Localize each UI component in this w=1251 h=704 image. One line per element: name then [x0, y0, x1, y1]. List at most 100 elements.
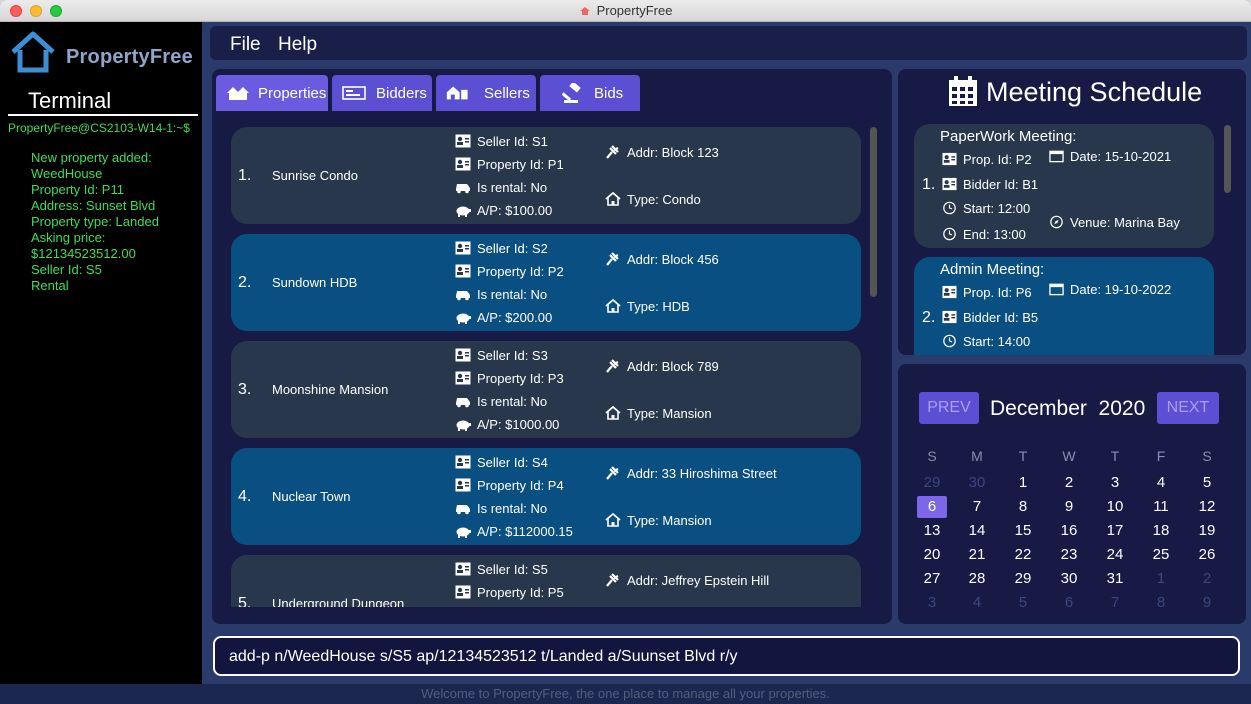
menu-help[interactable]: Help — [278, 34, 317, 56]
calendar-day[interactable]: 24 — [1100, 544, 1130, 566]
calendar-day[interactable]: 1 — [1008, 472, 1038, 494]
calendar-next-button[interactable]: NEXT — [1157, 392, 1219, 424]
weekday-label: M — [971, 448, 983, 464]
meeting-card[interactable]: PaperWork Meeting: 1. Prop. Id: P2 Bidder I… — [914, 124, 1214, 248]
property-id: Property Id: P3 — [455, 371, 564, 386]
calendar-day[interactable]: 9 — [1054, 496, 1084, 518]
calendar-day[interactable]: 5 — [1192, 472, 1222, 494]
is-rental: Is rental: No — [455, 180, 547, 195]
calendar-day[interactable]: 8 — [1008, 496, 1038, 518]
map-pin-icon — [605, 359, 621, 373]
calendar-day[interactable]: 28 — [962, 568, 992, 590]
calendar-day[interactable]: 7 — [962, 496, 992, 518]
asking-price-text: A/P: $112000.15 — [477, 524, 573, 539]
property-name: Sunrise Condo — [272, 168, 358, 183]
calendar-day[interactable]: 4 — [1146, 472, 1176, 494]
tab-sellers[interactable]: Sellers — [436, 75, 536, 111]
calendar-day[interactable]: 14 — [962, 520, 992, 542]
calendar-day[interactable]: 1 — [1146, 568, 1176, 590]
terminal-divider — [8, 114, 198, 116]
calendar-day[interactable]: 20 — [917, 544, 947, 566]
menu-file[interactable]: File — [230, 34, 261, 56]
tab-label: Sellers — [484, 85, 530, 102]
calendar-day[interactable]: 19 — [1192, 520, 1222, 542]
house-icon — [227, 87, 249, 100]
meeting-index: 1. — [922, 176, 936, 193]
calendar-day[interactable]: 21 — [962, 544, 992, 566]
id-card-icon — [455, 455, 471, 469]
tab-properties[interactable]: Properties — [216, 75, 328, 111]
property-type-text: Type: HDB — [627, 299, 690, 314]
calendar-day[interactable]: 31 — [1100, 568, 1130, 590]
property-card[interactable]: 3. Moonshine Mansion Seller Id: S3 Property… — [231, 341, 861, 438]
address: Addr: Block 123 — [605, 145, 719, 160]
calendar-day[interactable]: 29 — [1008, 568, 1038, 590]
asking-price: A/P: $1000.00 — [455, 417, 559, 432]
command-input[interactable]: add-p n/WeedHouse s/S5 ap/12134523512 t/… — [229, 648, 738, 666]
status-text: Welcome to PropertyFree, the one place t… — [421, 686, 830, 701]
calendar-day[interactable]: 2 — [1192, 568, 1222, 590]
property-card[interactable]: 1. Sunrise Condo Seller Id: S1 Property Id:… — [231, 127, 861, 224]
calendar-prev-button[interactable]: PREV — [919, 392, 979, 424]
calendar-day[interactable]: 27 — [917, 568, 947, 590]
calendar-day[interactable]: 26 — [1192, 544, 1222, 566]
meeting-end-text: End: 13:00 — [963, 227, 1026, 242]
calendar-day[interactable]: 30 — [1054, 568, 1084, 590]
is-rental: Is rental: No — [455, 287, 547, 302]
calendar-day[interactable]: 7 — [1100, 592, 1130, 614]
calendar-day[interactable]: 8 — [1146, 592, 1176, 614]
property-id: Property Id: P1 — [455, 157, 564, 172]
property-card[interactable]: 2. Sundown HDB Seller Id: S2 Property Id: P… — [231, 234, 861, 331]
calendar-day[interactable]: 2 — [1054, 472, 1084, 494]
calendar-day[interactable]: 18 — [1146, 520, 1176, 542]
weekday-label: F — [1156, 448, 1166, 464]
meeting-card[interactable]: Admin Meeting: 2. Prop. Id: P6 Bidder Id: B… — [914, 257, 1214, 355]
calendar-day[interactable]: 3 — [1100, 472, 1130, 494]
tab-bidders[interactable]: Bidders — [332, 75, 432, 111]
calendar-day[interactable]: 9 — [1192, 592, 1222, 614]
calendar-day[interactable]: 16 — [1054, 520, 1084, 542]
weekday-label: W — [1062, 448, 1076, 464]
calendar-day[interactable]: 22 — [1008, 544, 1038, 566]
calendar-icon — [1049, 149, 1064, 163]
terminal-panel: PropertyFree Terminal PropertyFree@CS210… — [0, 22, 202, 684]
property-type: Type: Mansion — [605, 512, 712, 528]
main-panel: Properties Bidders Sellers Bids 1. Sunris… — [212, 69, 892, 624]
asking-price-text: A/P: $200.00 — [477, 310, 553, 325]
id-card-icon — [455, 562, 471, 576]
seller-id: Seller Id: S3 — [455, 348, 548, 363]
property-type: Type: HDB — [605, 298, 690, 314]
tab-label: Bidders — [376, 85, 427, 102]
calendar-day[interactable]: 30 — [962, 472, 992, 494]
property-list[interactable]: 1. Sunrise Condo Seller Id: S1 Property Id:… — [220, 117, 880, 607]
calendar-day[interactable]: 4 — [962, 592, 992, 614]
property-card[interactable]: 4. Nuclear Town Seller Id: S4 Property Id: … — [231, 448, 861, 545]
property-index: 3. — [238, 381, 252, 398]
calendar-day[interactable]: 3 — [917, 592, 947, 614]
is-rental-text: Is rental: No — [477, 394, 548, 409]
calendar-day[interactable]: 29 — [917, 472, 947, 494]
weekday-label: S — [1202, 448, 1212, 464]
property-name: Moonshine Mansion — [272, 382, 389, 397]
property-list-scrollbar[interactable] — [870, 127, 877, 297]
calendar-day[interactable]: 11 — [1146, 496, 1176, 518]
id-card-icon — [455, 157, 471, 171]
tab-bids[interactable]: Bids — [540, 75, 640, 111]
calendar-day[interactable]: 17 — [1100, 520, 1130, 542]
meeting-end: End: 13:00 — [942, 227, 1026, 242]
meeting-list-scrollbar[interactable] — [1224, 125, 1231, 193]
calendar-day[interactable]: 6 — [1054, 592, 1084, 614]
command-box[interactable]: add-p n/WeedHouse s/S5 ap/12134523512 t/… — [213, 636, 1240, 676]
calendar-day[interactable]: 23 — [1054, 544, 1084, 566]
calendar-day[interactable]: 12 — [1192, 496, 1222, 518]
property-index: 4. — [238, 488, 252, 505]
calendar-day[interactable]: 25 — [1146, 544, 1176, 566]
calendar-day[interactable]: 10 — [1100, 496, 1130, 518]
property-card[interactable]: 5. Underground Dungeon Seller Id: S5 Proper… — [231, 555, 861, 607]
calendar-day[interactable]: 6 — [917, 496, 947, 518]
calendar-day[interactable]: 13 — [917, 520, 947, 542]
calendar-day[interactable]: 15 — [1008, 520, 1038, 542]
home-icon — [605, 405, 621, 420]
property-type: Type: Condo — [605, 191, 701, 207]
calendar-day[interactable]: 5 — [1008, 592, 1038, 614]
